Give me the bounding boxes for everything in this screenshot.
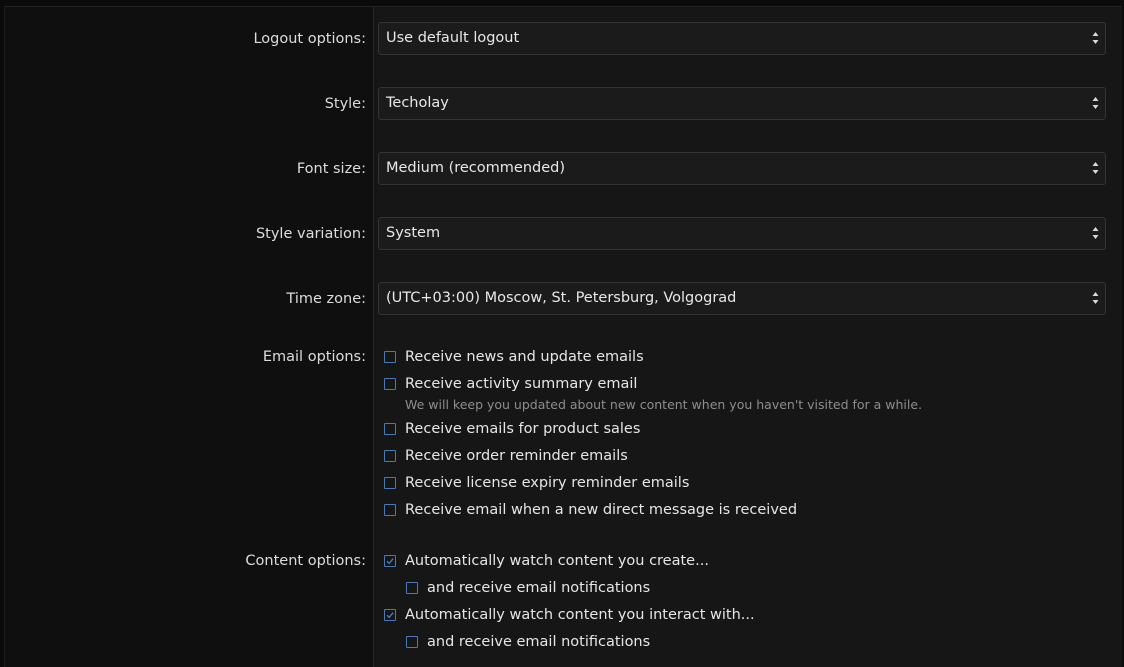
checkmark-icon [386, 558, 394, 565]
checkmark-icon [386, 612, 394, 619]
checkbox[interactable] [406, 582, 418, 594]
checkbox-checked[interactable] [384, 609, 396, 621]
time-zone-value: (UTC+03:00) Moscow, St. Petersburg, Volg… [386, 290, 737, 306]
select-arrows-icon [1092, 32, 1099, 44]
checkbox-label: Receive activity summary email [405, 376, 638, 392]
checkbox-label: and receive email notifications [427, 580, 651, 596]
checkbox-checked[interactable] [384, 555, 396, 567]
time-zone-label: Time zone: [286, 291, 366, 307]
checkbox-label: Receive email when a new direct message … [405, 502, 798, 518]
time-zone-select[interactable]: (UTC+03:00) Moscow, St. Petersburg, Volg… [378, 282, 1106, 315]
checkbox[interactable] [406, 636, 418, 648]
checkbox-label: Receive order reminder emails [405, 448, 628, 464]
style-select[interactable]: Techolay [378, 87, 1106, 120]
style-variation-value: System [386, 225, 441, 241]
logout-options-label: Logout options: [253, 31, 366, 47]
activity-summary-hint: We will keep you updated about new conte… [405, 397, 923, 412]
checkbox-label: and receive email notifications [427, 634, 651, 650]
checkbox[interactable] [384, 450, 396, 462]
email-options-label: Email options: [262, 349, 366, 365]
checkbox-label: Receive license expiry reminder emails [405, 475, 690, 491]
content-options-label: Content options: [245, 553, 366, 569]
select-arrows-icon [1092, 292, 1099, 304]
style-value: Techolay [386, 95, 449, 111]
checkbox[interactable] [384, 423, 396, 435]
font-size-select[interactable]: Medium (recommended) [378, 152, 1106, 185]
checkbox-label: Receive emails for product sales [405, 421, 641, 437]
checkbox[interactable] [384, 477, 396, 489]
font-size-label: Font size: [296, 161, 366, 177]
select-arrows-icon [1092, 97, 1099, 109]
checkbox[interactable] [384, 378, 396, 390]
checkbox-label: Automatically watch content you interact… [405, 607, 755, 623]
logout-options-select[interactable]: Use default logout [378, 22, 1106, 55]
style-variation-label: Style variation: [255, 226, 366, 242]
select-arrows-icon [1092, 227, 1099, 239]
select-arrows-icon [1092, 162, 1099, 174]
font-size-value: Medium (recommended) [386, 160, 565, 176]
style-variation-select[interactable]: System [378, 217, 1106, 250]
checkbox-label: Automatically watch content you create..… [405, 553, 709, 569]
style-label: Style: [324, 96, 366, 112]
checkbox[interactable] [384, 351, 396, 363]
logout-options-value: Use default logout [386, 30, 520, 46]
checkbox[interactable] [384, 504, 396, 516]
checkbox-label: Receive news and update emails [405, 349, 644, 365]
